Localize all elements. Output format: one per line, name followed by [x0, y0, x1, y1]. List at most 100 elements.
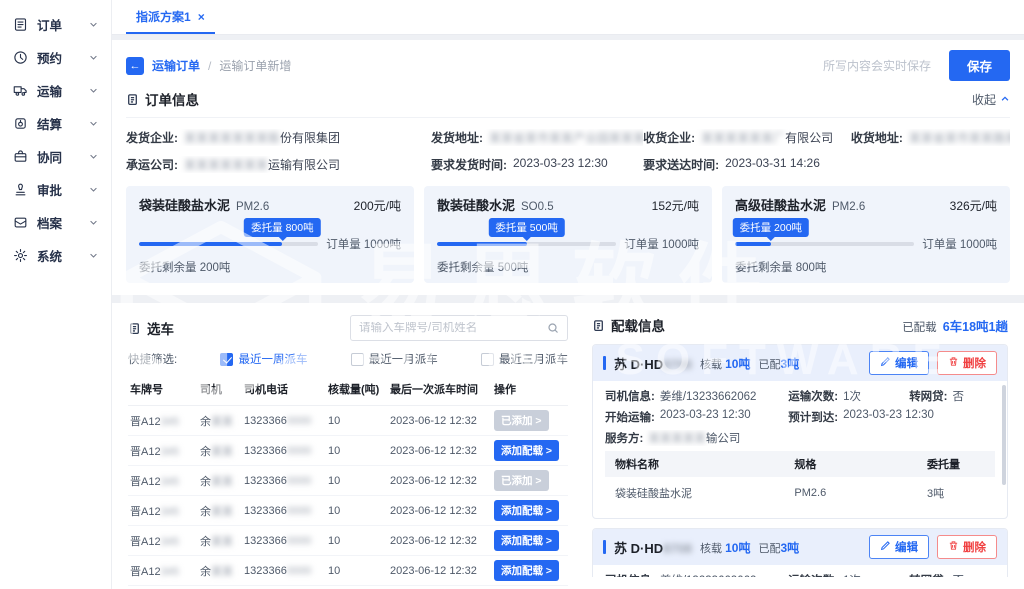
- plate-cell: 晋A12345: [128, 526, 198, 556]
- product-price: 152元/吨: [652, 197, 699, 214]
- field-label: 要求发货时间:: [431, 156, 507, 173]
- order-info-section: ← 运输订单 / 运输订单新增 所写内容会实时保存 保存 订单信息 收起: [112, 40, 1024, 295]
- driver-cell: 余某某: [198, 526, 242, 556]
- added-button[interactable]: 已添加 >: [494, 470, 549, 491]
- load-card-header: 苏 D·HD8708核载 10吨已配3吨编辑删除: [593, 529, 1007, 565]
- last-dispatch-cell: 2023-06-12 12:32: [388, 526, 492, 556]
- transport-count: 运输次数:1次: [788, 388, 909, 404]
- add-load-button[interactable]: 添加配载 >: [494, 530, 559, 551]
- field-value: 某某某某某某某运输有限公司: [184, 156, 340, 173]
- sidebar-item-collaboration[interactable]: 协同: [0, 140, 111, 173]
- product-card: 散装硅酸水泥SO0.5152元/吨委托量 500吨订单量 1000吨委托剩余量 …: [424, 186, 712, 283]
- edit-button[interactable]: 编辑: [869, 351, 929, 375]
- material-column-header: 规格: [784, 451, 917, 477]
- remaining-quantity: 委托剩余量 200吨: [139, 259, 401, 275]
- tab-bar: 指派方案1 ×: [112, 0, 1024, 35]
- loaded-value: 6车18吨1趟: [943, 316, 1008, 335]
- plate-cell: 晋A12345: [128, 406, 198, 436]
- chevron-down-icon: [89, 20, 98, 29]
- last-dispatch-cell: 2023-06-12 12:32: [388, 436, 492, 466]
- order-quantity: 订单量 1000吨: [624, 236, 699, 252]
- search-icon[interactable]: [547, 322, 559, 334]
- scrollbar-thumb[interactable]: [1002, 385, 1006, 485]
- remaining-quantity: 委托剩余量 800吨: [735, 259, 997, 275]
- product-name: 散装硅酸水泥: [437, 195, 515, 214]
- add-load-button[interactable]: 添加配载 >: [494, 560, 559, 581]
- save-button[interactable]: 保存: [949, 50, 1010, 81]
- delete-button[interactable]: 删除: [937, 535, 997, 559]
- collapse-toggle[interactable]: 收起: [972, 91, 1010, 108]
- checkbox-icon[interactable]: [481, 353, 494, 366]
- redacted-text: 某某某某某某厂: [701, 131, 785, 145]
- sidebar-item-label: 协同: [37, 147, 80, 166]
- field-value: 某某省某市某某路某某建材大厦: [909, 129, 1010, 146]
- driver-cell: 余某某: [198, 496, 242, 526]
- filter-label: 最近一月派车: [369, 351, 438, 367]
- phone-cell: 13233660000: [242, 556, 326, 586]
- search-input[interactable]: [359, 322, 547, 334]
- checkbox-icon[interactable]: [220, 353, 233, 366]
- sidebar: 订单预约运输结算协同审批档案系统: [0, 0, 112, 589]
- tab-label: 指派方案1: [136, 8, 191, 25]
- vehicle-panel-head: 选车: [128, 315, 568, 341]
- sidebar-item-settlement[interactable]: 结算: [0, 107, 111, 140]
- filter-label: 最近一周派车: [238, 351, 307, 367]
- tab-dispatch-plan[interactable]: 指派方案1 ×: [126, 0, 215, 34]
- add-load-button[interactable]: 添加配载 >: [494, 500, 559, 521]
- checkbox-icon[interactable]: [351, 353, 364, 366]
- autosave-hint: 所写内容会实时保存: [823, 57, 931, 74]
- material-table: 物料名称规格委托量袋装硅酸盐水泥PM2.63吨: [605, 451, 995, 509]
- phone-cell: 13233660000: [242, 436, 326, 466]
- product-price: 200元/吨: [354, 197, 401, 214]
- close-icon[interactable]: ×: [198, 10, 205, 24]
- add-load-button[interactable]: 添加配载 >: [494, 440, 559, 461]
- archive-icon: [13, 215, 28, 230]
- breadcrumb-current: 运输订单新增: [219, 57, 291, 74]
- load-card: 苏 D·HD8708核载 10吨已配3吨编辑删除司机信息:姜维/13233662…: [592, 528, 1008, 577]
- field-label: 收货地址:: [851, 129, 903, 146]
- capacity-cell: 10: [326, 436, 388, 466]
- capacity-cell: 10: [326, 406, 388, 436]
- filter-checkbox[interactable]: 最近一周派车: [220, 351, 307, 367]
- last-dispatch-cell: 2023-06-12 12:32: [388, 496, 492, 526]
- sidebar-item-label: 审批: [37, 180, 80, 199]
- chevron-down-icon: [89, 119, 98, 128]
- order-quantity: 订单量 1000吨: [326, 236, 401, 252]
- load-card: 苏 D·HD8708核载 10吨已配3吨编辑删除司机信息:姜维/13233662…: [592, 344, 1008, 519]
- capacity-cell: 10: [326, 586, 388, 589]
- consigned-tooltip: 委托量 500吨: [488, 218, 564, 237]
- filter-checkbox[interactable]: 最近三月派车: [481, 351, 568, 367]
- sidebar-item-orders[interactable]: 订单: [0, 8, 111, 41]
- progress-bar: [139, 242, 318, 246]
- field-value: 某某某某某某某股份有限集团: [184, 129, 340, 146]
- vehicle-row: 晋A12345余某某13233660000102023-06-12 12:32添…: [128, 496, 568, 526]
- breadcrumb-parent[interactable]: 运输订单: [152, 57, 200, 74]
- load-card-body: 司机信息:姜维/13233662062运输次数:1次转网贷:否开始运输:2023…: [593, 565, 1007, 577]
- sidebar-item-approval[interactable]: 审批: [0, 173, 111, 206]
- sidebar-item-archive[interactable]: 档案: [0, 206, 111, 239]
- reservation-icon: [13, 50, 28, 65]
- filter-checkbox[interactable]: 最近一月派车: [351, 351, 438, 367]
- load-panel-head: 配载信息 已配载 6车18吨1趟: [592, 315, 1008, 335]
- plate-cell: 晋A12345: [128, 556, 198, 586]
- driver-cell: 余某某: [198, 466, 242, 496]
- load-panel-title: 配载信息: [592, 315, 665, 335]
- breadcrumb-row: ← 运输订单 / 运输订单新增 所写内容会实时保存 保存: [126, 50, 1010, 81]
- product-cards: 袋装硅酸盐水泥PM2.6200元/吨委托量 800吨订单量 1000吨委托剩余量…: [126, 186, 1010, 283]
- transport-count: 运输次数:1次: [788, 572, 909, 577]
- phone-cell: 13233660000: [242, 496, 326, 526]
- back-button[interactable]: ←: [126, 57, 144, 75]
- edit-button[interactable]: 编辑: [869, 535, 929, 559]
- sidebar-item-transport[interactable]: 运输: [0, 74, 111, 107]
- settlement-icon: [13, 116, 28, 131]
- added-button[interactable]: 已添加 >: [494, 410, 549, 431]
- vehicle-search[interactable]: [350, 315, 568, 341]
- driver-cell: 余某某: [198, 406, 242, 436]
- loaded-stat: 已配3吨: [758, 355, 799, 372]
- delete-button[interactable]: 删除: [937, 351, 997, 375]
- field-label: 发货地址:: [431, 129, 483, 146]
- sidebar-item-reservation[interactable]: 预约: [0, 41, 111, 74]
- sidebar-item-system[interactable]: 系统: [0, 239, 111, 272]
- plate-cell: 晋A12345: [128, 586, 198, 589]
- last-dispatch-cell: 2023-06-12 12:32: [388, 406, 492, 436]
